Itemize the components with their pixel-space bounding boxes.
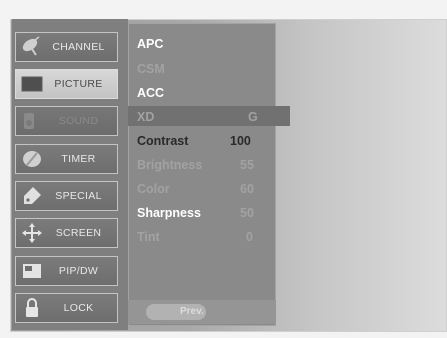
sharpness-value: 50 — [240, 206, 254, 220]
tag-icon — [24, 187, 41, 204]
brightness-value: 55 — [240, 158, 254, 172]
color-value: 60 — [240, 182, 254, 196]
menu-item-sound[interactable]: SOUND — [15, 106, 118, 136]
menu-item-screen[interactable]: SCREEN — [15, 218, 118, 248]
menu-item-label: PICTURE — [54, 78, 103, 90]
option-xd[interactable]: XD — [137, 110, 154, 124]
menu-item-pip-dw[interactable]: PIP/DW — [15, 256, 118, 286]
pip-icon — [23, 264, 41, 278]
option-apc[interactable]: APC — [137, 37, 163, 51]
footer-bar: Prev. — [128, 300, 276, 324]
prev-button[interactable]: Prev. — [146, 304, 206, 320]
speaker-icon — [24, 113, 34, 129]
menu-item-label: SOUND — [58, 115, 99, 127]
menu-item-label: TIMER — [61, 153, 96, 165]
move-arrows-icon — [22, 223, 42, 243]
prev-label: Prev. — [180, 306, 204, 317]
tint-value: 0 — [246, 230, 253, 244]
picture-icon — [21, 76, 43, 92]
menu-item-label: CHANNEL — [52, 41, 105, 53]
option-csm[interactable]: CSM — [137, 62, 165, 76]
option-acc[interactable]: ACC — [137, 86, 164, 100]
menu-item-label: SCREEN — [55, 227, 102, 239]
menu-item-lock[interactable]: LOCK — [15, 293, 118, 323]
menu-item-special[interactable]: SPECIAL — [15, 181, 118, 211]
menu-item-timer[interactable]: TIMER — [15, 144, 118, 174]
contrast-value: 100 — [230, 134, 251, 148]
option-brightness[interactable]: Brightness — [137, 158, 202, 172]
satellite-icon — [22, 36, 40, 56]
option-xd-value: G — [248, 110, 258, 124]
option-contrast[interactable]: Contrast — [137, 134, 188, 148]
menu-item-picture[interactable]: PICTURE — [15, 69, 118, 99]
option-sharpness[interactable]: Sharpness — [137, 206, 201, 220]
menu-item-channel[interactable]: CHANNEL — [15, 32, 118, 62]
padlock-icon — [26, 298, 38, 317]
option-tint[interactable]: Tint — [137, 230, 160, 244]
menu-item-label: SPECIAL — [55, 190, 102, 202]
clock-icon — [23, 151, 41, 167]
option-color[interactable]: Color — [137, 182, 170, 196]
menu-item-label: LOCK — [63, 302, 94, 314]
menu-item-label: PIP/DW — [58, 265, 99, 277]
